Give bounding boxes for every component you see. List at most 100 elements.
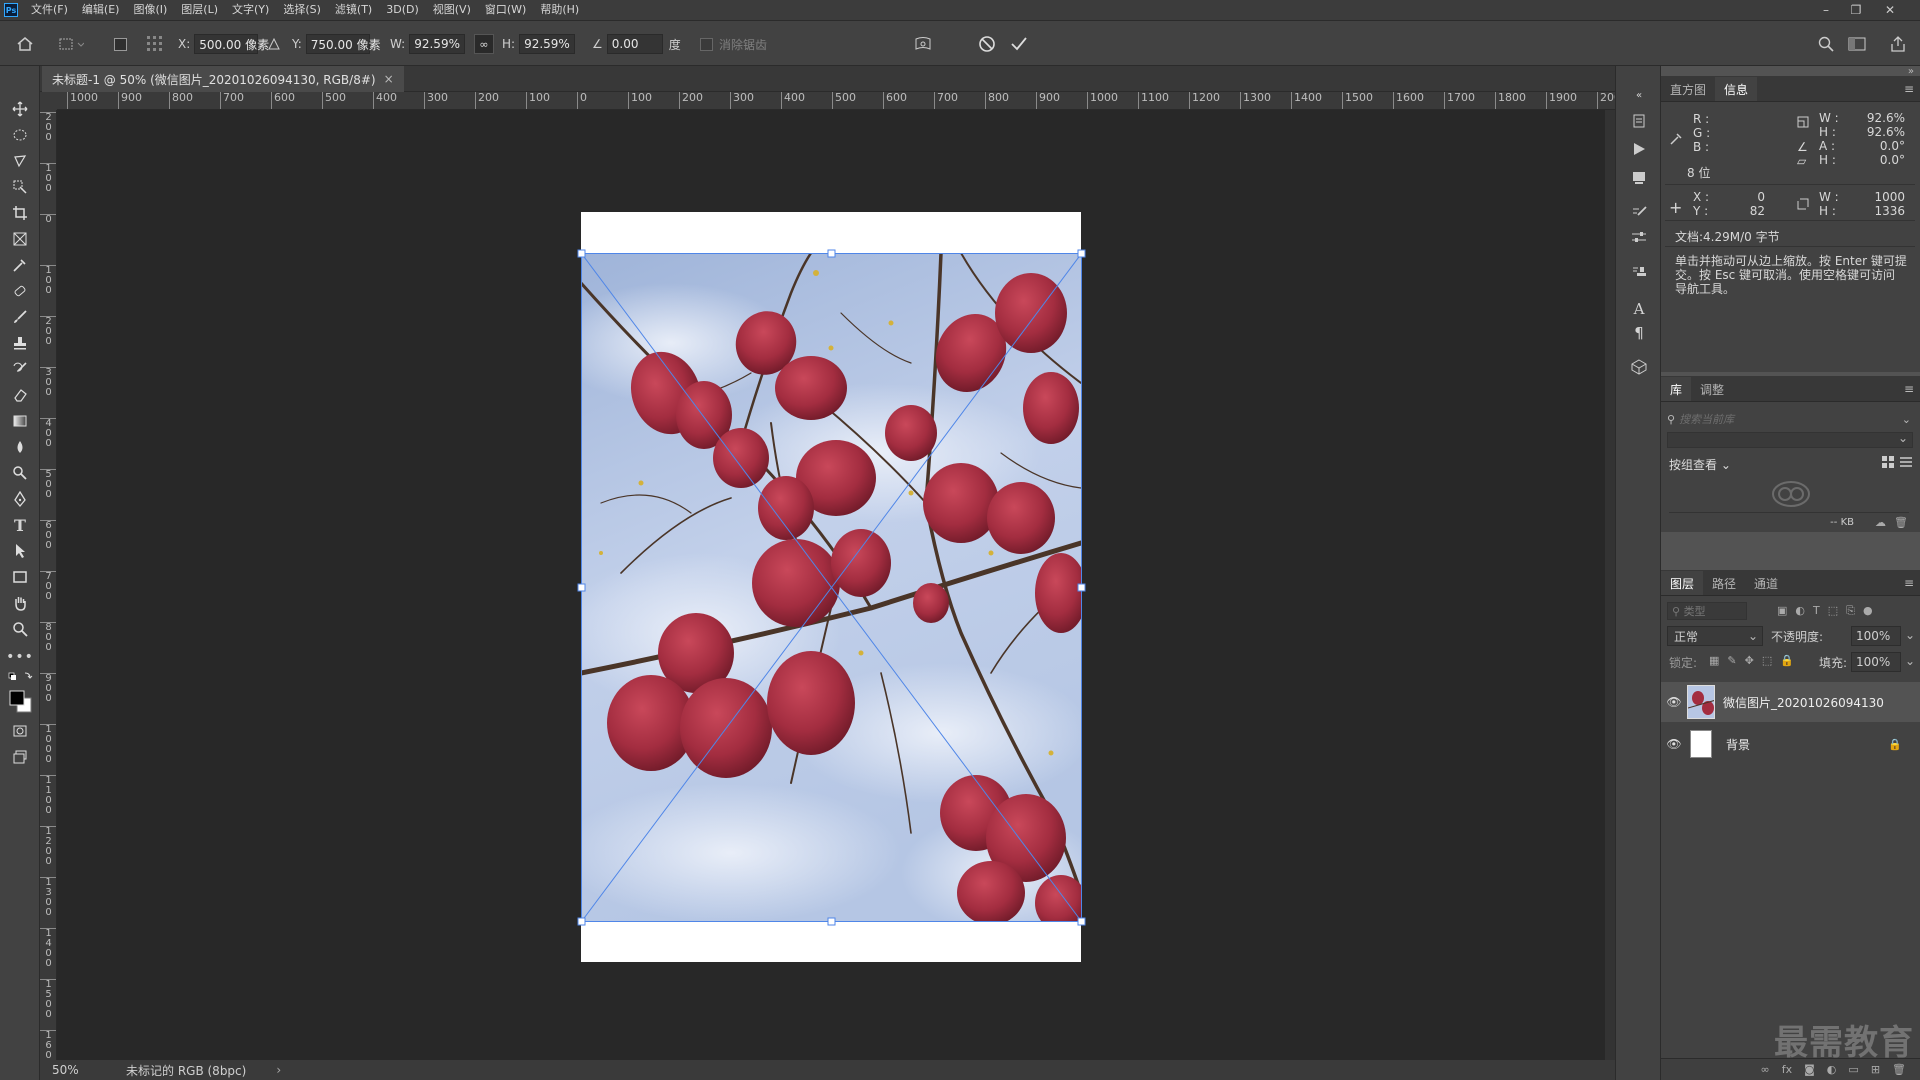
menu-type[interactable]: 文字(Y)	[225, 0, 276, 20]
learn-panel-icon[interactable]	[1628, 166, 1650, 188]
visibility-eye-icon[interactable]: 👁	[1661, 695, 1687, 709]
horizontal-ruler[interactable]: 1000 900 800 700 600 500 400 300 200 100 0 100 200 30…	[57, 92, 1615, 110]
new-layer-icon[interactable]: ⊞	[1871, 1063, 1880, 1076]
tab-histogram[interactable]: 直方图	[1661, 77, 1715, 101]
paragraph-panel-icon[interactable]: ¶	[1628, 322, 1650, 344]
marquee-tool-icon[interactable]	[7, 124, 33, 146]
clone-source-icon[interactable]	[1628, 262, 1650, 284]
filter-smart-object-icon[interactable]: ⎘	[1846, 604, 1855, 618]
y-position-input[interactable]: 750.00 像素	[305, 34, 381, 54]
vertical-ruler[interactable]: 2 0 0 1 0 0 0 1 0 0 2 0 0 3 0 0 4 0 0 5 0 0 6 0 …	[40, 110, 57, 1060]
move-tool-icon[interactable]	[7, 98, 33, 120]
history-brush-tool-icon[interactable]	[7, 358, 33, 380]
more-tools-icon[interactable]: •••	[6, 646, 33, 668]
dodge-tool-icon[interactable]	[7, 462, 33, 484]
antialias-checkbox[interactable]	[700, 37, 713, 51]
crop-tool-icon[interactable]	[7, 202, 33, 224]
menu-filter[interactable]: 滤镜(T)	[328, 0, 379, 20]
menu-help[interactable]: 帮助(H)	[533, 0, 586, 20]
tab-layers[interactable]: 图层	[1661, 571, 1704, 595]
visibility-eye-icon[interactable]: 👁	[1661, 737, 1687, 751]
filter-toggle-icon[interactable]: ●	[1863, 604, 1873, 618]
menu-window[interactable]: 窗口(W)	[478, 0, 533, 20]
reference-point-grid-icon[interactable]	[146, 33, 164, 55]
zoom-level[interactable]: 50%	[52, 1063, 112, 1077]
list-view-icon[interactable]	[1900, 456, 1912, 471]
lock-artboard-icon[interactable]: ⬚	[1762, 654, 1772, 667]
trash-icon[interactable]: 🗑	[1894, 516, 1908, 529]
zoom-tool-icon[interactable]	[7, 618, 33, 640]
3d-panel-icon[interactable]	[1628, 356, 1650, 378]
menu-select[interactable]: 选择(S)	[276, 0, 328, 20]
color-swatches-icon[interactable]	[7, 686, 33, 716]
link-aspect-icon[interactable]: ∞	[474, 33, 494, 55]
opacity-chevron-icon[interactable]: ⌄	[1905, 628, 1915, 642]
blend-mode-dropdown[interactable]: 正常 ⌄	[1667, 626, 1763, 646]
eraser-tool-icon[interactable]	[7, 384, 33, 406]
frame-tool-icon[interactable]	[7, 228, 33, 250]
reference-point-checkbox[interactable]	[114, 33, 127, 55]
adjustments-sliders-icon[interactable]	[1628, 226, 1650, 248]
filter-pixel-icon[interactable]: ▣	[1777, 604, 1787, 618]
menu-image[interactable]: 图像(I)	[126, 0, 174, 20]
brush-tool-icon[interactable]	[7, 306, 33, 328]
lasso-tool-icon[interactable]	[7, 150, 33, 172]
type-tool-icon[interactable]: T	[7, 514, 33, 536]
commit-transform-icon[interactable]	[1010, 33, 1028, 55]
eyedropper-tool-icon[interactable]	[7, 254, 33, 276]
opacity-input[interactable]: 100%	[1851, 626, 1901, 646]
tab-paths[interactable]: 路径	[1703, 571, 1745, 595]
layer-style-icon[interactable]: fx	[1782, 1063, 1792, 1076]
blur-tool-icon[interactable]	[7, 436, 33, 458]
tab-info[interactable]: 信息	[1715, 77, 1758, 101]
adjustment-layer-icon[interactable]: ◐	[1827, 1063, 1837, 1076]
share-icon[interactable]	[1890, 33, 1906, 55]
width-input[interactable]: 92.59%	[409, 34, 466, 54]
rotate-input[interactable]: 0.00	[606, 34, 663, 54]
layers-menu-icon[interactable]: ≡	[1904, 576, 1914, 590]
filter-adjustment-icon[interactable]: ◐	[1795, 604, 1805, 618]
transform-tool-preset-icon[interactable]	[58, 33, 84, 55]
fill-chevron-icon[interactable]: ⌄	[1905, 654, 1915, 668]
quick-mask-icon[interactable]	[7, 720, 33, 742]
rectangle-tool-icon[interactable]	[7, 566, 33, 588]
layer-row-photo[interactable]: 👁 微信图片_20201026094130	[1661, 682, 1920, 722]
gradient-tool-icon[interactable]	[7, 410, 33, 432]
collapse-arrows-icon[interactable]: «	[1628, 88, 1650, 102]
workspace-icon[interactable]	[1848, 33, 1866, 55]
brush-settings-icon[interactable]	[1628, 202, 1650, 224]
character-panel-icon[interactable]: A	[1628, 298, 1650, 320]
transform-bounding-box[interactable]	[57, 110, 1605, 1060]
vertical-scrollbar[interactable]	[1605, 110, 1615, 1060]
restore-icon[interactable]: ❐	[1842, 0, 1870, 20]
tab-channels[interactable]: 通道	[1745, 571, 1787, 595]
hand-tool-icon[interactable]	[7, 592, 33, 614]
clone-stamp-tool-icon[interactable]	[7, 332, 33, 354]
library-search-field[interactable]: ⚲ 搜索当前库 ⌄	[1667, 410, 1913, 428]
cancel-transform-icon[interactable]	[978, 33, 996, 55]
lock-pixels-icon[interactable]: ✎	[1727, 654, 1736, 667]
panel-menu-icon[interactable]: ≡	[1904, 82, 1914, 96]
delete-layer-icon[interactable]: 🗑	[1892, 1063, 1906, 1076]
home-icon[interactable]	[16, 33, 34, 55]
relative-position-icon[interactable]	[268, 33, 280, 55]
menu-edit[interactable]: 编辑(E)	[75, 0, 127, 20]
canvas-area[interactable]	[57, 110, 1605, 1060]
group-view-dropdown[interactable]: 按组查看 ⌄	[1669, 456, 1731, 473]
search-icon[interactable]	[1818, 33, 1834, 55]
minimize-icon[interactable]: –	[1812, 0, 1840, 20]
document-tab[interactable]: 未标题-1 @ 50% (微信图片_20201026094130, RGB/8#…	[42, 66, 404, 92]
tab-adjustments[interactable]: 调整	[1691, 377, 1733, 401]
document-tab-close-icon[interactable]: ×	[384, 72, 394, 86]
height-input[interactable]: 92.59%	[519, 34, 576, 54]
healing-brush-tool-icon[interactable]	[7, 280, 33, 302]
menu-view[interactable]: 视图(V)	[426, 0, 478, 20]
filter-type-icon[interactable]: T	[1813, 604, 1820, 618]
add-mask-icon[interactable]: ◙	[1804, 1063, 1815, 1076]
close-window-icon[interactable]: ✕	[1876, 0, 1904, 20]
antialias-control[interactable]: 消除锯齿	[700, 33, 767, 55]
libraries-menu-icon[interactable]: ≡	[1904, 382, 1914, 396]
fill-input[interactable]: 100%	[1851, 652, 1901, 672]
link-layers-icon[interactable]: ∞	[1761, 1063, 1770, 1076]
object-select-tool-icon[interactable]	[7, 176, 33, 198]
